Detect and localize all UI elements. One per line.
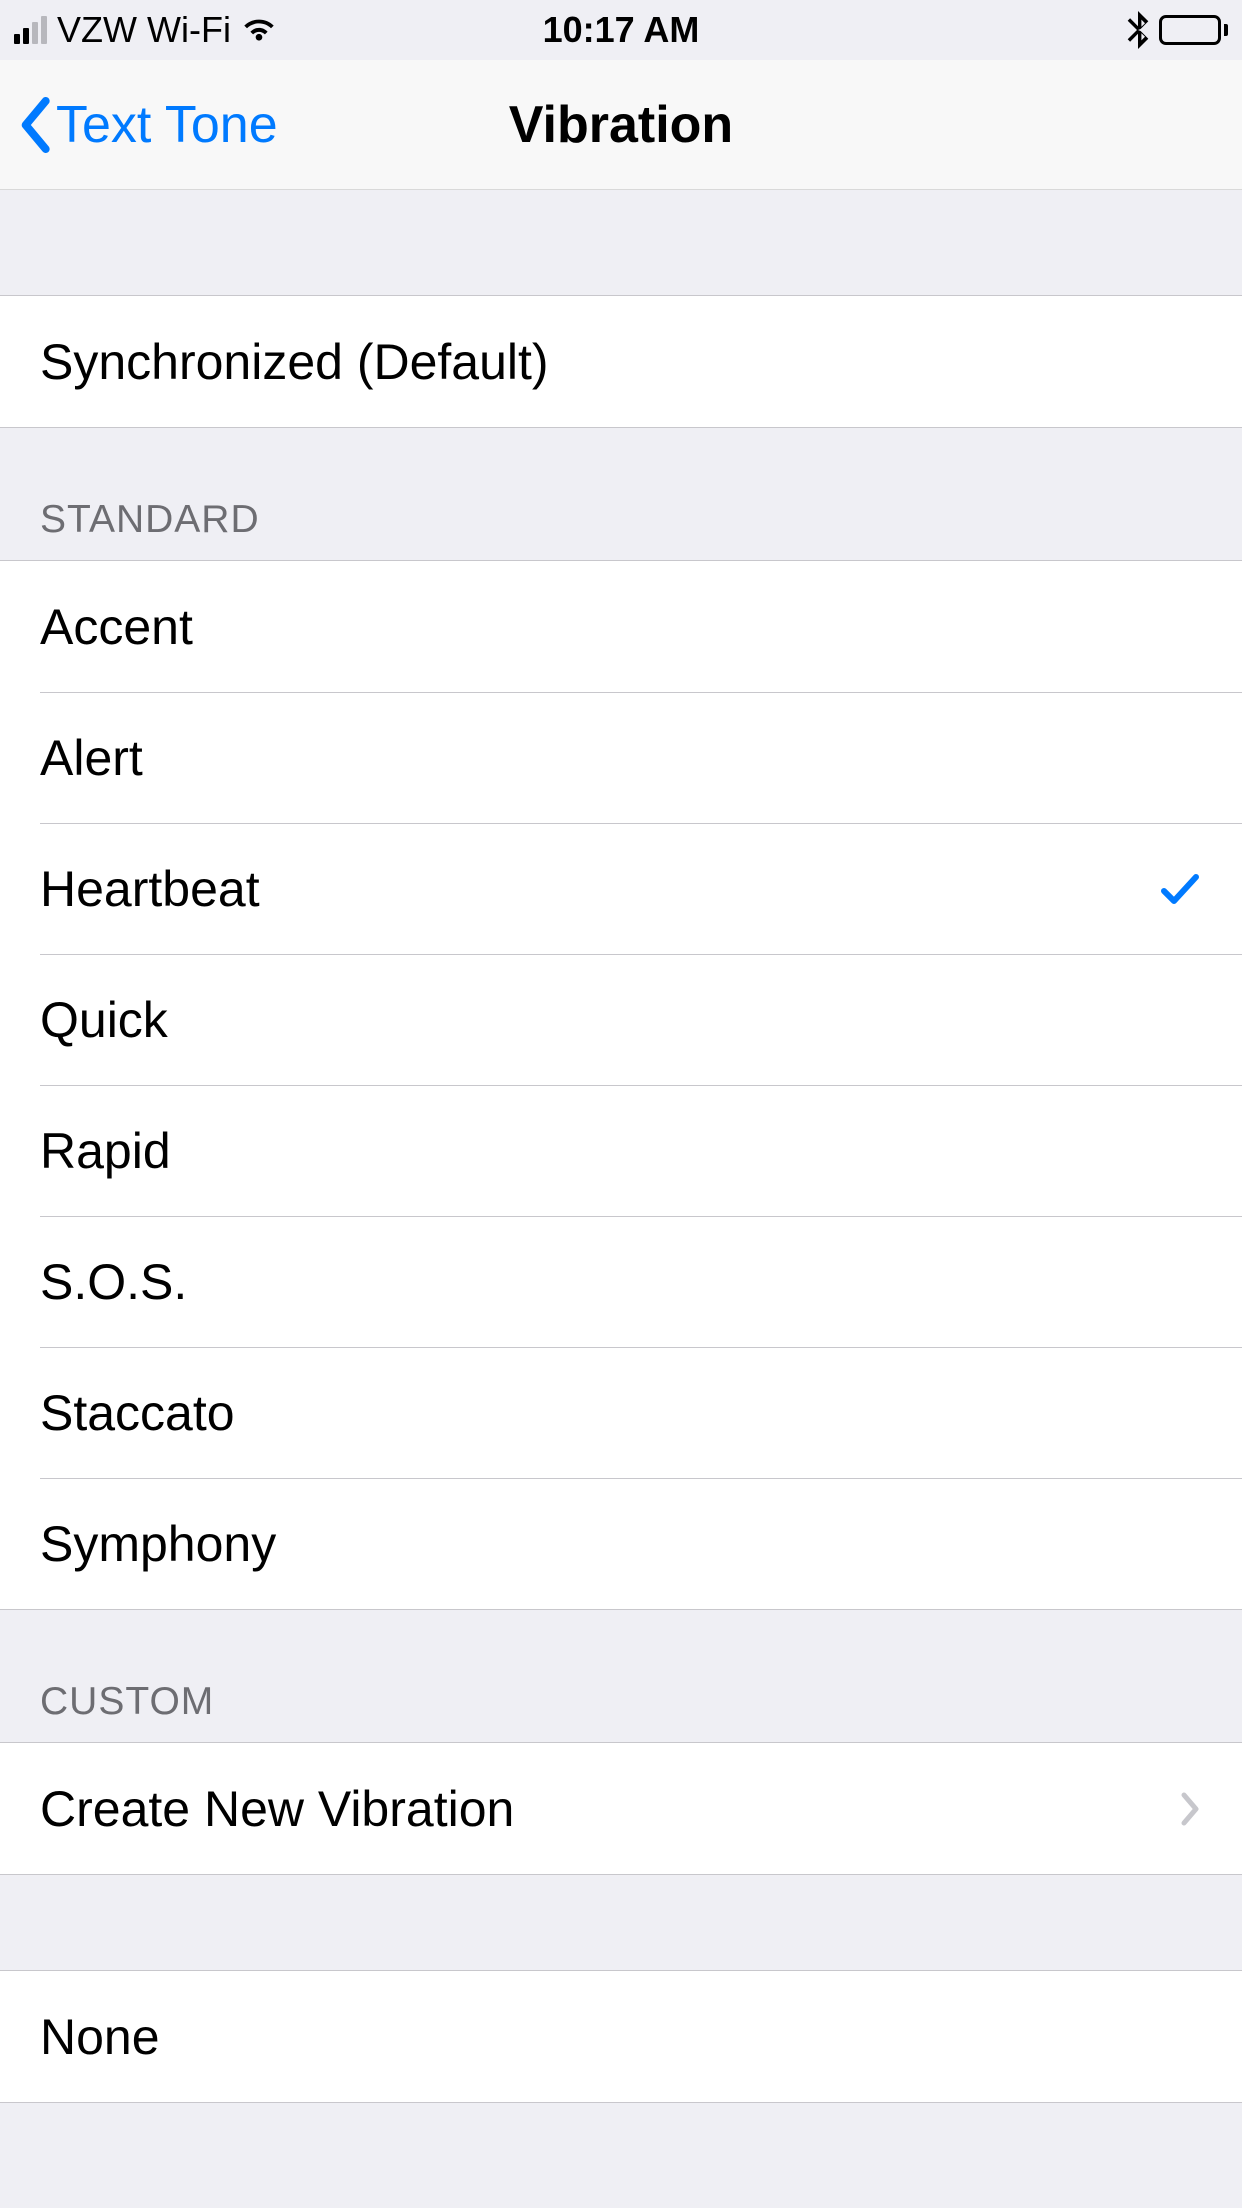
none-group: None: [0, 1970, 1242, 2103]
vibration-option-symphony[interactable]: Symphony: [0, 1478, 1242, 1609]
vibration-option-heartbeat[interactable]: Heartbeat: [0, 823, 1242, 954]
option-label: Quick: [40, 991, 1202, 1049]
vibration-option-rapid[interactable]: Rapid: [0, 1085, 1242, 1216]
section-header-custom: CUSTOM: [0, 1680, 1242, 1742]
option-label: Rapid: [40, 1122, 1202, 1180]
carrier-label: VZW Wi-Fi: [57, 9, 231, 51]
vibration-option-s-o-s[interactable]: S.O.S.: [0, 1216, 1242, 1347]
vibration-option-none[interactable]: None: [0, 1971, 1242, 2102]
clock: 10:17 AM: [543, 9, 700, 51]
option-label: Create New Vibration: [40, 1780, 1178, 1838]
custom-group: Create New Vibration: [0, 1742, 1242, 1875]
standard-group: Accent Alert Heartbeat Quick Rapid S.O.S. Stac…: [0, 560, 1242, 1610]
vibration-option-quick[interactable]: Quick: [0, 954, 1242, 1085]
content-scroll[interactable]: Synchronized (Default) STANDARD Accent Al…: [0, 190, 1242, 2208]
vibration-option-staccato[interactable]: Staccato: [0, 1347, 1242, 1478]
section-header-standard: STANDARD: [0, 498, 1242, 560]
option-label: Alert: [40, 729, 1202, 787]
create-new-vibration[interactable]: Create New Vibration: [0, 1743, 1242, 1874]
option-label: S.O.S.: [40, 1253, 1202, 1311]
signal-strength-icon: [14, 16, 47, 44]
vibration-option-synchronized[interactable]: Synchronized (Default): [0, 296, 1242, 427]
chevron-right-icon: [1178, 1789, 1202, 1829]
default-group: Synchronized (Default): [0, 295, 1242, 428]
page-title: Vibration: [509, 95, 733, 155]
back-button[interactable]: Text Tone: [18, 95, 278, 155]
option-label: Symphony: [40, 1515, 1202, 1573]
option-label: Staccato: [40, 1384, 1202, 1442]
nav-bar: Text Tone Vibration: [0, 60, 1242, 190]
chevron-left-icon: [18, 97, 52, 153]
wifi-icon: [241, 16, 277, 44]
option-label: Accent: [40, 598, 1202, 656]
back-label: Text Tone: [56, 95, 278, 155]
vibration-option-alert[interactable]: Alert: [0, 692, 1242, 823]
option-label: None: [40, 2008, 1202, 2066]
option-label: Synchronized (Default): [40, 333, 1202, 391]
bluetooth-icon: [1127, 11, 1149, 49]
battery-icon: [1159, 15, 1228, 45]
vibration-option-accent[interactable]: Accent: [0, 561, 1242, 692]
status-bar: VZW Wi-Fi 10:17 AM: [0, 0, 1242, 60]
checkmark-icon: [1158, 867, 1202, 911]
option-label: Heartbeat: [40, 860, 1158, 918]
